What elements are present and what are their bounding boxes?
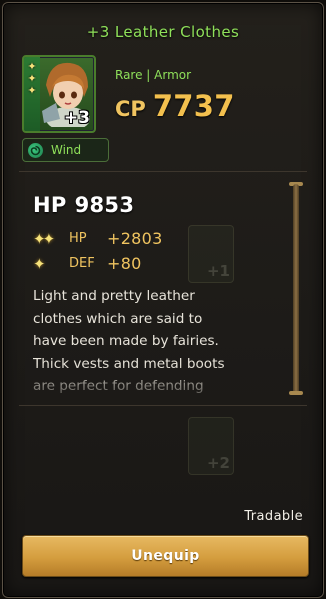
sub-stat-name: HP: [69, 231, 87, 246]
stats-section: HP 9853 ✦✦ HP +2803 ✦ DEF +80 Light and p…: [19, 175, 289, 403]
main-stat-value: 9853: [74, 193, 135, 217]
main-stat: HP 9853: [33, 193, 142, 217]
element-label: Wind: [51, 143, 82, 157]
upgrade-level-badge: +3: [63, 108, 90, 128]
divider: [19, 171, 307, 172]
combat-power: CP 7737: [115, 89, 235, 123]
sub-stat-value: +2803: [107, 229, 163, 248]
sub-stat-row: ✦✦ HP +2803: [33, 229, 163, 248]
star-icon: ✦: [27, 60, 37, 73]
scrollbar-bottom-cap: [289, 391, 303, 395]
item-portrait: ✦ ✦ ✦ +3: [22, 55, 96, 133]
cp-value: 7737: [152, 89, 235, 123]
background-equipment-slot: +2: [188, 417, 234, 475]
item-detail-panel: +1 +2 +3 Leather Clothes ✦ ✦ ✦ +3 Rare |…: [2, 2, 324, 598]
description-line: Thick vests and metal boots: [33, 355, 225, 372]
item-description[interactable]: Light and pretty leather clothes which a…: [33, 285, 273, 398]
sub-stat-row: ✦ DEF +80: [33, 254, 142, 273]
divider: [19, 405, 307, 406]
main-stat-label: HP: [33, 193, 67, 217]
description-scrollbar[interactable]: [293, 184, 299, 394]
sub-stat-name: DEF: [69, 256, 95, 271]
description-line: have been made by fairies.: [33, 333, 219, 350]
star-icon: ✦✦: [33, 229, 55, 248]
item-title: +3 Leather Clothes: [86, 23, 240, 41]
description-line: clothes which are said to: [33, 310, 203, 327]
star-icon: ✦: [27, 84, 37, 97]
background-slot-badge: +2: [206, 454, 230, 472]
sub-stat-value: +80: [107, 254, 142, 273]
rarity-type-label: Rare | Armor: [115, 68, 192, 82]
description-line: are perfect for defending: [33, 378, 204, 395]
cp-label: CP: [115, 97, 146, 121]
description-line: Light and pretty leather: [33, 288, 195, 304]
star-icon: ✦: [33, 254, 46, 273]
wind-icon: [28, 142, 43, 158]
element-chip: Wind: [22, 138, 109, 162]
tradable-label: Tradable: [244, 509, 303, 524]
unequip-button[interactable]: Unequip: [22, 535, 309, 577]
star-icon: ✦: [27, 72, 37, 85]
